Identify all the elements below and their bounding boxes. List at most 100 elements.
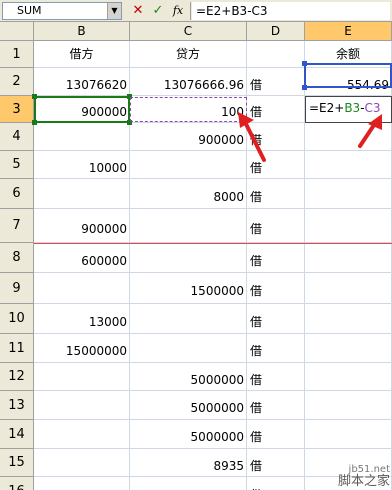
cell-b2[interactable]: 13076620	[34, 68, 130, 96]
row-header-14[interactable]: 14	[0, 420, 34, 449]
cell-e11[interactable]	[305, 334, 392, 363]
cell-d6[interactable]: 借	[247, 179, 305, 209]
cell-b6[interactable]	[34, 179, 130, 209]
cell-b13[interactable]	[34, 391, 130, 420]
cell-d12[interactable]: 借	[247, 363, 305, 391]
watermark-brand: 脚本之家	[337, 474, 390, 489]
cell-e12[interactable]	[305, 363, 392, 391]
formula-input[interactable]: =E2+B3-C3	[192, 2, 390, 20]
page-break-line	[34, 243, 392, 244]
cell-e5[interactable]	[305, 151, 392, 179]
row-header-15[interactable]: 15	[0, 449, 34, 477]
cell-c3[interactable]: 100	[130, 96, 247, 123]
edit-ref-c3: C3	[364, 101, 381, 115]
row-header-3[interactable]: 3	[0, 96, 34, 123]
cell-d2[interactable]: 借	[247, 68, 305, 96]
row-header-16[interactable]: 16	[0, 477, 34, 490]
cell-b5[interactable]: 10000	[34, 151, 130, 179]
row-header-2[interactable]: 2	[0, 68, 34, 96]
cell-c13[interactable]: 5000000	[130, 391, 247, 420]
cell-e1[interactable]: 余额	[305, 41, 392, 68]
column-header-d[interactable]: D	[247, 22, 305, 41]
cell-e7[interactable]	[305, 209, 392, 243]
cell-d5[interactable]: 借	[247, 151, 305, 179]
cell-e10[interactable]	[305, 304, 392, 334]
e3-edit-cell[interactable]: =E2+B3-C3	[305, 96, 392, 123]
cell-d15[interactable]: 借	[247, 449, 305, 477]
cell-d3[interactable]: 借	[247, 96, 305, 123]
row-header-5[interactable]: 5	[0, 151, 34, 179]
cell-b8[interactable]: 600000	[34, 243, 130, 273]
cell-c11[interactable]	[130, 334, 247, 363]
row-header-7[interactable]: 7	[0, 209, 34, 243]
column-header-c[interactable]: C	[130, 22, 247, 41]
row-header-9[interactable]: 9	[0, 273, 34, 304]
cell-b1[interactable]: 借方	[34, 41, 130, 68]
cell-c14[interactable]: 5000000	[130, 420, 247, 449]
cell-d9[interactable]: 借	[247, 273, 305, 304]
cell-d4[interactable]: 借	[247, 123, 305, 151]
cell-b3[interactable]: 900000	[34, 96, 130, 123]
e2-handle	[302, 85, 307, 90]
row-header-12[interactable]: 12	[0, 363, 34, 391]
b3-handle	[127, 120, 132, 125]
b3-handle	[32, 94, 37, 99]
cell-e9[interactable]	[305, 273, 392, 304]
cell-b15[interactable]	[34, 449, 130, 477]
cell-c2[interactable]: 13076666.96	[130, 68, 247, 96]
name-box-value: SUM	[17, 4, 42, 17]
cell-b14[interactable]	[34, 420, 130, 449]
select-all-corner[interactable]	[0, 22, 34, 41]
row-header-11[interactable]: 11	[0, 334, 34, 363]
insert-function-icon[interactable]: fx	[170, 3, 186, 19]
cell-b7[interactable]: 900000	[34, 209, 130, 243]
name-box[interactable]: SUM ▼	[2, 2, 122, 20]
name-box-dropdown-icon[interactable]: ▼	[107, 3, 121, 19]
cell-e4[interactable]	[305, 123, 392, 151]
cell-b9[interactable]	[34, 273, 130, 304]
cell-b4[interactable]	[34, 123, 130, 151]
column-header-b[interactable]: B	[34, 22, 130, 41]
row-header-6[interactable]: 6	[0, 179, 34, 209]
cell-c9[interactable]: 1500000	[130, 273, 247, 304]
cell-e14[interactable]	[305, 420, 392, 449]
b3-handle	[127, 94, 132, 99]
cell-d13[interactable]: 借	[247, 391, 305, 420]
cell-e2[interactable]: 554.69	[305, 68, 392, 96]
cell-d10[interactable]: 借	[247, 304, 305, 334]
cell-d1[interactable]	[247, 41, 305, 68]
enter-check-icon[interactable]: ✓	[150, 3, 166, 19]
cell-c15[interactable]: 8935	[130, 449, 247, 477]
cell-b12[interactable]	[34, 363, 130, 391]
row-header-13[interactable]: 13	[0, 391, 34, 420]
cell-c10[interactable]	[130, 304, 247, 334]
cell-d7[interactable]: 借	[247, 209, 305, 243]
e2-handle	[302, 61, 307, 66]
cell-b10[interactable]: 13000	[34, 304, 130, 334]
row-header-1[interactable]: 1	[0, 41, 34, 68]
cell-d14[interactable]: 借	[247, 420, 305, 449]
cell-e6[interactable]	[305, 179, 392, 209]
cell-c16[interactable]	[130, 477, 247, 490]
row-header-4[interactable]: 4	[0, 123, 34, 151]
cell-d16[interactable]: 借	[247, 477, 305, 490]
cell-e13[interactable]	[305, 391, 392, 420]
cancel-icon[interactable]: ✕	[130, 3, 146, 19]
cell-b16[interactable]: 180000	[34, 477, 130, 490]
edit-prefix: =E2+	[309, 101, 345, 115]
cell-d8[interactable]: 借	[247, 243, 305, 273]
cell-e8[interactable]	[305, 243, 392, 273]
cell-c5[interactable]	[130, 151, 247, 179]
cell-c12[interactable]: 5000000	[130, 363, 247, 391]
cell-c6[interactable]: 8000	[130, 179, 247, 209]
cell-d11[interactable]: 借	[247, 334, 305, 363]
cell-c8[interactable]	[130, 243, 247, 273]
cell-c1[interactable]: 贷方	[130, 41, 247, 68]
column-header-e[interactable]: E	[305, 22, 392, 41]
row-header-10[interactable]: 10	[0, 304, 34, 334]
cell-c4[interactable]: 900000	[130, 123, 247, 151]
cell-c7[interactable]	[130, 209, 247, 243]
formula-bar-divider	[190, 2, 191, 20]
cell-b11[interactable]: 15000000	[34, 334, 130, 363]
row-header-8[interactable]: 8	[0, 243, 34, 273]
